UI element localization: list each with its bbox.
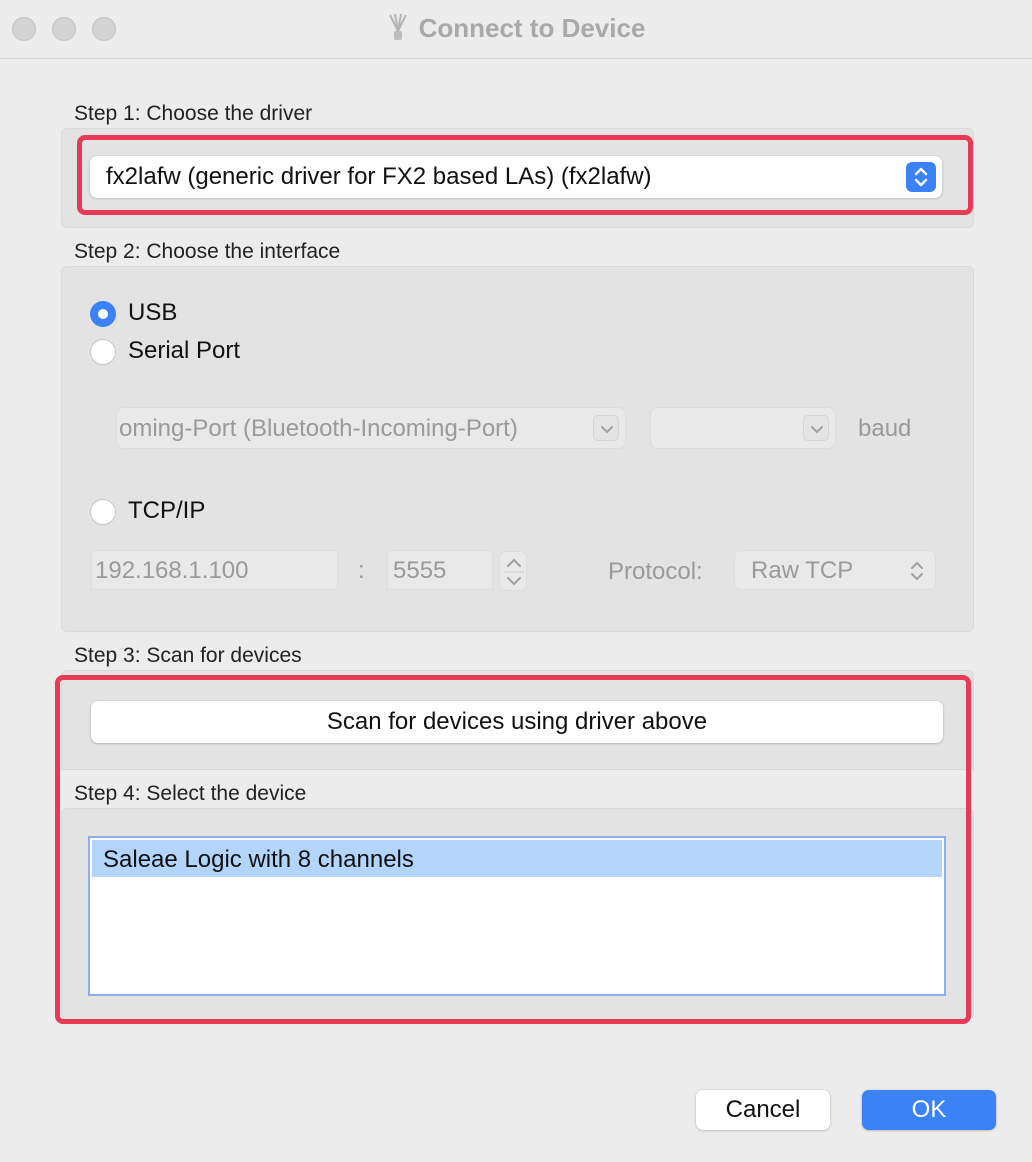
serial-port-select[interactable]: oming-Port (Bluetooth-Incoming-Port)	[116, 407, 626, 449]
port-field[interactable]: 5555	[387, 550, 493, 590]
serial-port-radio[interactable]	[90, 339, 116, 365]
host-port-separator: :	[358, 557, 365, 584]
port-stepper[interactable]	[499, 551, 527, 591]
step1-label: Step 1: Choose the driver	[74, 102, 313, 125]
baud-label: baud	[858, 415, 912, 442]
protocol-select[interactable]: Raw TCP	[734, 550, 936, 590]
stepper-arrows-icon	[504, 558, 524, 586]
usb-radio-label[interactable]: USB	[128, 299, 177, 327]
title-bar: Connect to Device	[0, 0, 1032, 59]
usb-radio[interactable]	[90, 301, 116, 327]
port-field-value: 5555	[393, 557, 447, 584]
host-field-value: 192.168.1.100	[95, 557, 249, 584]
chevron-down-icon	[803, 415, 829, 441]
window-title-text: Connect to Device	[418, 13, 646, 43]
driver-highlight-annotation	[77, 135, 973, 215]
chevron-down-icon	[593, 415, 619, 441]
host-field[interactable]: 192.168.1.100	[91, 550, 338, 590]
baud-rate-select[interactable]	[650, 407, 836, 449]
protocol-label: Protocol:	[608, 558, 703, 585]
serial-port-radio-label[interactable]: Serial Port	[128, 337, 240, 365]
tcp-ip-radio-label[interactable]: TCP/IP	[128, 497, 205, 525]
protocol-select-value: Raw TCP	[751, 557, 854, 584]
step3-label: Step 3: Scan for devices	[74, 644, 302, 667]
scan-select-highlight-annotation	[55, 675, 971, 1024]
up-down-chevron-icon	[911, 561, 923, 581]
step2-label: Step 2: Choose the interface	[74, 240, 341, 263]
cancel-button[interactable]: Cancel	[696, 1090, 830, 1130]
tcp-ip-radio[interactable]	[90, 499, 116, 525]
ok-button[interactable]: OK	[862, 1090, 996, 1130]
sigrok-app-icon	[388, 13, 407, 40]
window-title: Connect to Device	[0, 13, 1032, 44]
serial-port-select-value: oming-Port (Bluetooth-Incoming-Port)	[119, 415, 518, 442]
